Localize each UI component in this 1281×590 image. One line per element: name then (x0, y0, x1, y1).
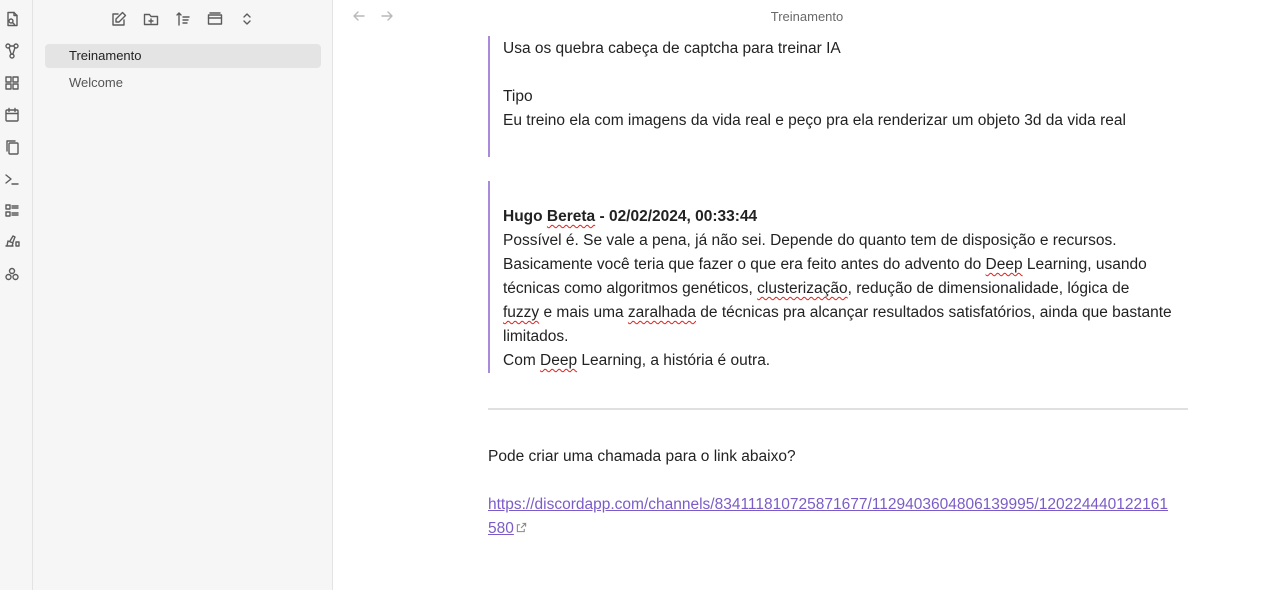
graph-view-icon[interactable] (3, 42, 21, 60)
author-last-name: Bereta (546, 208, 596, 225)
file-item-treinamento[interactable]: Treinamento (45, 44, 321, 68)
quote-line: Com Deep Learning, a história é outra. (503, 352, 771, 369)
discord-link[interactable]: https://discordapp.com/channels/83411181… (488, 493, 1168, 517)
author-timestamp: - 02/02/2024, 00:33:44 (595, 208, 758, 225)
blockquote (488, 181, 504, 373)
quote-line: Tipo (503, 88, 533, 105)
quote-line: limitados. (503, 328, 569, 345)
open-file-icon[interactable] (3, 10, 21, 28)
view-header-title[interactable]: Treinamento (296, 9, 1281, 24)
outline-icon[interactable] (3, 202, 21, 220)
template-icon[interactable] (3, 232, 21, 250)
calendar-icon[interactable] (3, 106, 21, 124)
new-note-icon[interactable] (108, 8, 130, 30)
quote-line: Eu treino ela com imagens da vida real e… (503, 112, 1126, 129)
plugins-icon[interactable] (3, 266, 21, 284)
discord-link-cont[interactable]: 580 (488, 517, 527, 541)
file-explorer-toolbar (33, 8, 332, 30)
blockquote (488, 36, 504, 157)
left-ribbon (0, 0, 33, 590)
collapse-icon[interactable] (204, 8, 226, 30)
terminal-icon[interactable] (3, 170, 21, 188)
sort-icon[interactable] (172, 8, 194, 30)
quote-author: Hugo Bereta - 02/02/2024, 00:33:44 (503, 205, 757, 229)
file-item-welcome[interactable]: Welcome (45, 71, 321, 95)
copy-icon[interactable] (3, 138, 21, 156)
quote-line: técnicas como algoritmos genéticos, clus… (503, 280, 1130, 297)
quote-line: Possível é. Se vale a pena, já não sei. … (503, 232, 1117, 249)
canvas-icon[interactable] (3, 74, 21, 92)
external-link-icon (516, 517, 527, 541)
horizontal-rule (488, 408, 1188, 410)
quote-line: Basicamente você teria que fazer o que e… (503, 256, 1147, 273)
quote-line: Usa os quebra cabeça de captcha para tre… (503, 40, 841, 57)
editor-pane: Treinamento Usa os quebra cabeça de capt… (333, 0, 1281, 590)
discord-link-line1[interactable]: https://discordapp.com/channels/83411181… (488, 496, 1168, 513)
expand-icon[interactable] (236, 8, 258, 30)
author-first-name: Hugo (503, 208, 543, 225)
view-header: Treinamento (333, 0, 1281, 32)
file-item-label: Welcome (69, 75, 123, 90)
file-explorer-sidebar: Treinamento Welcome (33, 0, 333, 590)
new-folder-icon[interactable] (140, 8, 162, 30)
quote-line: fuzzy e mais uma zaralhada de técnicas p… (503, 304, 1172, 321)
discord-link-line2[interactable]: 580 (488, 520, 514, 537)
file-item-label: Treinamento (69, 48, 142, 63)
question-text: Pode criar uma chamada para o link abaix… (488, 448, 796, 465)
